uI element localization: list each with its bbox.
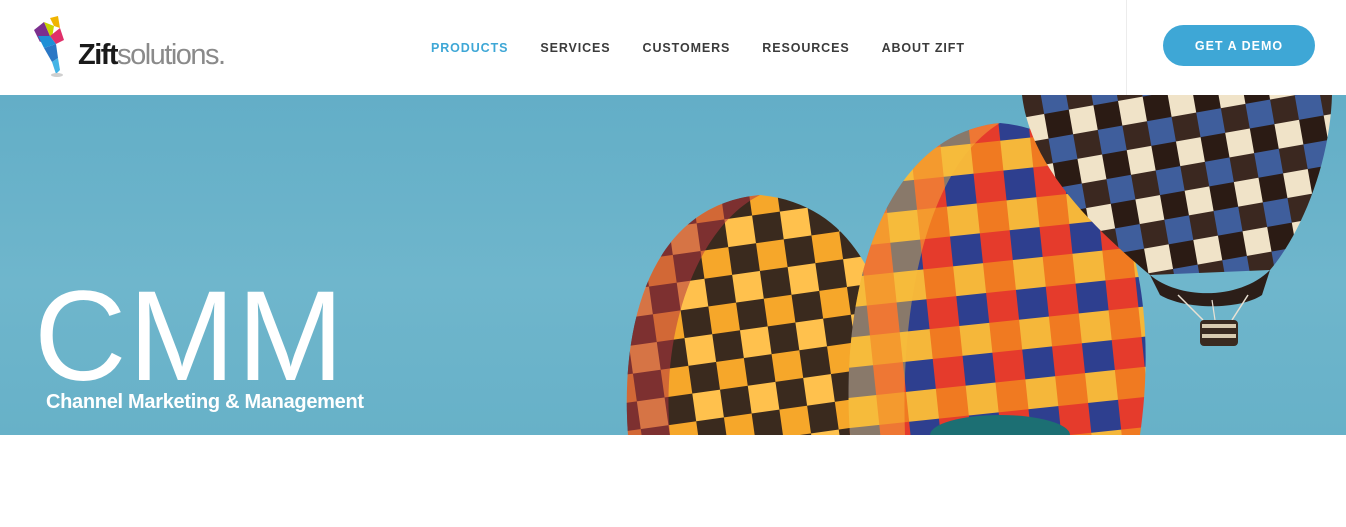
zift-logo[interactable]: Ziftsolutions. — [30, 14, 260, 78]
nav-products[interactable]: PRODUCTS — [415, 41, 524, 55]
hero-subtitle: Channel Marketing & Management — [46, 391, 364, 413]
nav-resources[interactable]: RESOURCES — [746, 41, 865, 55]
zift-logo-icon — [34, 16, 64, 77]
hero-title: CMM — [34, 265, 346, 408]
hero-banner: CMM Channel Marketing & Management — [0, 95, 1346, 435]
nav-services[interactable]: SERVICES — [524, 41, 626, 55]
header-divider — [1126, 0, 1127, 95]
logo-brand-strong: Zift — [78, 39, 119, 71]
nav-about-zift[interactable]: ABOUT ZIFT — [866, 41, 981, 55]
nav-customers[interactable]: CUSTOMERS — [627, 41, 747, 55]
site-header: Ziftsolutions. PRODUCTS SERVICES CUSTOME… — [0, 0, 1346, 95]
main-nav: PRODUCTS SERVICES CUSTOMERS RESOURCES AB… — [415, 0, 981, 95]
zift-logo-wordmark: Ziftsolutions. — [78, 38, 226, 72]
logo-brand-light: solutions. — [117, 39, 226, 71]
get-a-demo-button[interactable]: GET A DEMO — [1163, 25, 1315, 66]
